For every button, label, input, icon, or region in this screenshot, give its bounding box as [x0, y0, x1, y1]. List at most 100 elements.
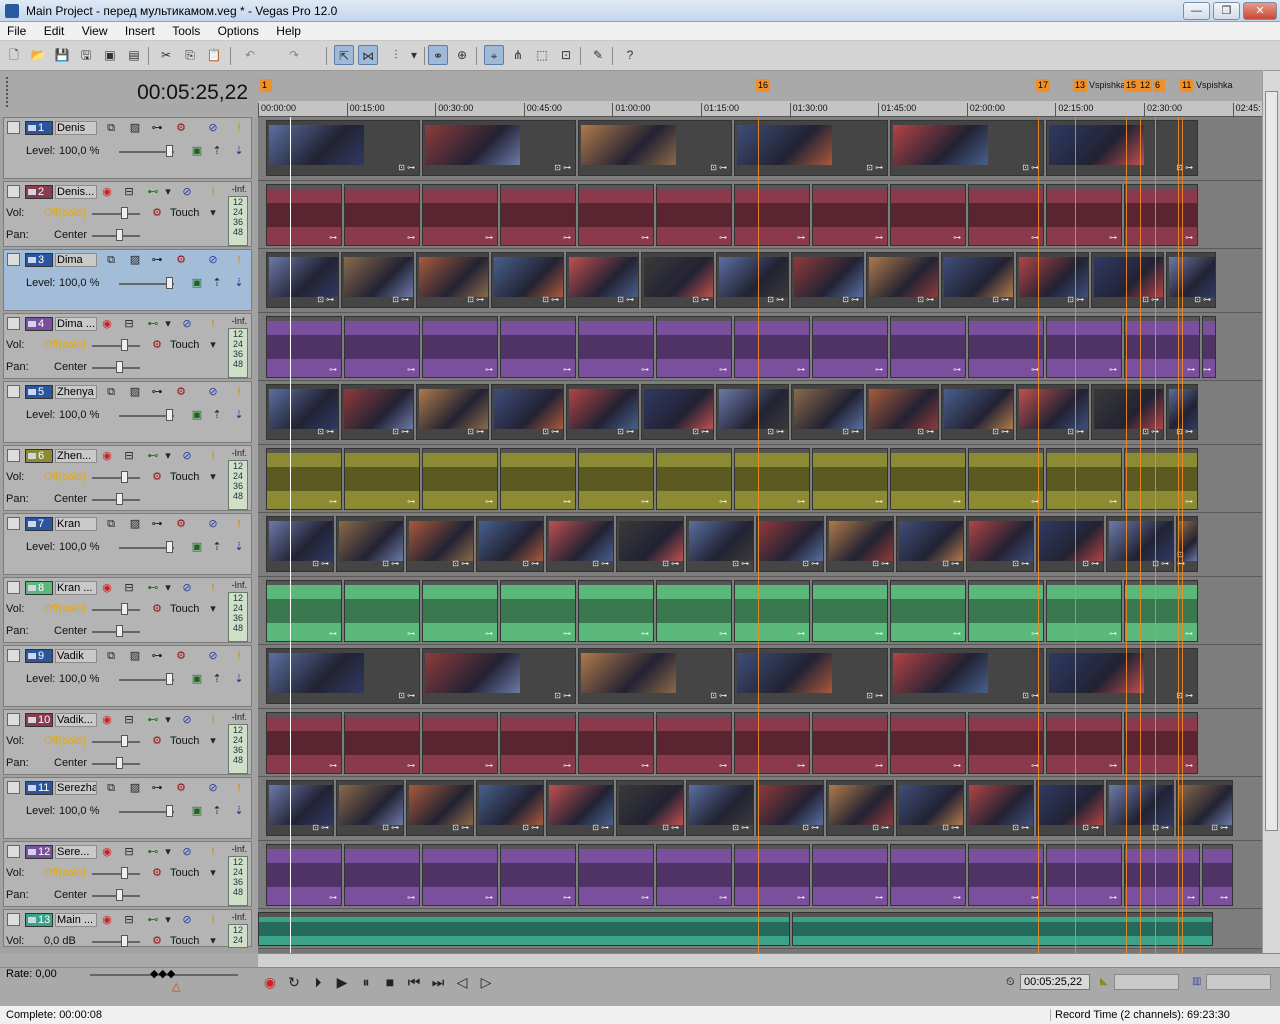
event-fx-icon[interactable]: ⊡ ⊶: [767, 427, 784, 436]
parent-gear-icon[interactable]: ⚙: [174, 782, 188, 796]
track-name[interactable]: Denis...: [55, 185, 97, 199]
track-fx-chain-icon[interactable]: ▣: [190, 145, 204, 159]
video-event[interactable]: ⊡ ⊶: [1166, 252, 1216, 308]
automation-gear-icon[interactable]: ⚙: [150, 207, 164, 221]
audio-event[interactable]: ⊶: [578, 844, 654, 906]
video-event[interactable]: ⊡ ⊶: [641, 384, 714, 440]
mute-icon[interactable]: ⊘: [206, 254, 220, 268]
audio-event[interactable]: ⊶: [344, 316, 420, 378]
chevron-down-icon[interactable]: ▾: [164, 846, 172, 860]
play-icon[interactable]: ▶: [332, 972, 352, 992]
track-header-4[interactable]: 4 Dima ... ◉ ⊟ ⊷ ▾ ⊘! -Inf. Vol: Off(solo) ⚙ Touch ▾…: [3, 313, 252, 379]
event-fx-icon[interactable]: ⊡ ⊶: [1022, 691, 1039, 700]
audio-event[interactable]: ⊶: [1124, 316, 1200, 378]
event-fx-icon[interactable]: ⊡ ⊶: [1142, 427, 1159, 436]
video-event[interactable]: ⊡ ⊶: [616, 516, 684, 572]
track-fx-icon[interactable]: ▨: [128, 122, 142, 136]
timeline-lane-7[interactable]: ⊡ ⊶ ⊡ ⊶ ⊡ ⊶ ⊡ ⊶ ⊡ ⊶ ⊡ ⊶ ⊡ ⊶ ⊡ ⊶ ⊡ ⊶ ⊡ ⊶ ⊡ ⊶ ⊡ ⊶ ⊡ ⊶ ⊡…: [258, 513, 1262, 577]
video-event[interactable]: ⊡ ⊶: [896, 516, 964, 572]
audio-event[interactable]: ⊶: [266, 184, 342, 246]
audio-event[interactable]: ⊶: [1046, 448, 1122, 510]
event-fx-icon[interactable]: ⊶: [1109, 629, 1117, 638]
video-event[interactable]: ⊡ ⊶: [616, 780, 684, 836]
event-fx-icon[interactable]: ⊶: [875, 629, 883, 638]
event-fx-icon[interactable]: ⊶: [1109, 893, 1117, 902]
track-minimize-icon[interactable]: [7, 581, 20, 594]
selection-start-field[interactable]: [1114, 974, 1179, 990]
event-fx-icon[interactable]: ⊶: [641, 365, 649, 374]
volume-slider-knob[interactable]: [121, 735, 128, 747]
video-event[interactable]: ⊡ ⊶: [686, 780, 754, 836]
solo-icon[interactable]: !: [206, 450, 220, 464]
ignore-grouping-icon[interactable]: ⊕: [452, 45, 472, 65]
solo-icon[interactable]: !: [206, 186, 220, 200]
play-from-start-icon[interactable]: ⏵: [308, 972, 328, 992]
track-fx-chain-icon[interactable]: ▣: [190, 673, 204, 687]
event-fx-icon[interactable]: ⊡ ⊶: [942, 559, 959, 568]
redo-icon[interactable]: ↷: [284, 45, 304, 65]
video-event[interactable]: ⊡ ⊶: [866, 252, 939, 308]
timeline-lane-2[interactable]: ⊶ ⊶ ⊶ ⊶ ⊶ ⊶ ⊶ ⊶ ⊶ ⊶ ⊶ ⊶: [258, 181, 1262, 249]
video-event[interactable]: ⊡ ⊶: [756, 516, 824, 572]
invert-phase-icon[interactable]: ⊟: [122, 714, 136, 728]
render-icon[interactable]: ▣: [100, 45, 120, 65]
enable-snapping-icon[interactable]: ⇱: [334, 45, 354, 65]
video-event[interactable]: ⊡ ⊶: [791, 252, 864, 308]
track-header-8[interactable]: 8 Kran ... ◉ ⊟ ⊷ ▾ ⊘! -Inf. Vol: Off(solo) ⚙ Touch ▾…: [3, 577, 252, 643]
video-event[interactable]: ⊡ ⊶: [896, 780, 964, 836]
invert-phase-icon[interactable]: ⊟: [122, 846, 136, 860]
mute-icon[interactable]: ⊘: [180, 186, 194, 200]
video-event[interactable]: ⊡ ⊶: [341, 384, 414, 440]
track-minimize-icon[interactable]: [7, 845, 20, 858]
event-fx-icon[interactable]: ⊡ ⊶: [382, 823, 399, 832]
video-event[interactable]: ⊡ ⊶: [578, 648, 732, 704]
video-event[interactable]: ⊡ ⊶: [416, 384, 489, 440]
event-fx-icon[interactable]: ⊶: [407, 629, 415, 638]
event-fx-icon[interactable]: ⊶: [563, 365, 571, 374]
event-fx-icon[interactable]: ⊶: [641, 497, 649, 506]
volume-slider[interactable]: [92, 941, 140, 943]
event-fx-icon[interactable]: ⊶: [953, 365, 961, 374]
event-fx-icon[interactable]: ⊶: [875, 497, 883, 506]
track-name[interactable]: Sere...: [55, 845, 97, 859]
track-minimize-icon[interactable]: [7, 649, 20, 662]
automation-mode-label[interactable]: Touch: [170, 471, 199, 483]
lane-expand-icon[interactable]: ⇣: [232, 541, 246, 555]
automation-gear-icon[interactable]: ⚙: [150, 867, 164, 881]
event-fx-icon[interactable]: ⊶: [1187, 893, 1195, 902]
event-fx-icon[interactable]: ⊶: [329, 233, 337, 242]
event-fx-icon[interactable]: ⊡ ⊶: [522, 559, 539, 568]
track-minimize-icon[interactable]: [7, 517, 20, 530]
event-fx-icon[interactable]: ⊡ ⊶: [554, 691, 571, 700]
level-slider-knob[interactable]: [166, 277, 173, 289]
mute-icon[interactable]: ⊘: [206, 782, 220, 796]
event-fx-icon[interactable]: ⊶: [641, 233, 649, 242]
selection-length-field[interactable]: [1206, 974, 1271, 990]
event-fx-icon[interactable]: ⊡ ⊶: [1012, 559, 1029, 568]
lock-envelopes-icon[interactable]: ⚭: [428, 45, 448, 65]
track-name[interactable]: Vadik: [55, 649, 97, 663]
event-fx-icon[interactable]: ⊶: [1109, 233, 1117, 242]
audio-event[interactable]: ⊶: [344, 844, 420, 906]
audio-event[interactable]: ⊶: [1124, 844, 1200, 906]
audio-event[interactable]: ⊶: [656, 184, 732, 246]
track-name[interactable]: Dima: [55, 253, 97, 267]
event-fx-icon[interactable]: ⊶: [485, 365, 493, 374]
event-fx-icon[interactable]: ⊶: [329, 497, 337, 506]
event-fx-icon[interactable]: ⊡ ⊶: [842, 295, 859, 304]
track-header-10[interactable]: 10 Vadik... ◉ ⊟ ⊷ ▾ ⊘! -Inf. Vol: Off(solo) ⚙ Touch…: [3, 709, 252, 775]
video-event[interactable]: ⊡ ⊶: [406, 516, 474, 572]
volume-slider[interactable]: [92, 609, 140, 611]
track-header-7[interactable]: 7 Kran ⧉ ▨ ⊶ ⚙ ⊘! Level: 100,0 % ▣ ⇡ ⇣: [3, 513, 252, 575]
event-fx-icon[interactable]: ⊶: [329, 761, 337, 770]
event-fx-icon[interactable]: ⊶: [953, 893, 961, 902]
event-fx-icon[interactable]: ⊡ ⊶: [617, 427, 634, 436]
level-slider-knob[interactable]: [166, 409, 173, 421]
chevron-down-icon[interactable]: ▾: [209, 935, 217, 949]
track-fx-icon[interactable]: ⊷: [146, 914, 160, 928]
event-fx-icon[interactable]: ⊶: [875, 233, 883, 242]
audio-event[interactable]: ⊶: [812, 316, 888, 378]
audio-event[interactable]: ⊶: [968, 844, 1044, 906]
timeline-lane-13[interactable]: [258, 909, 1262, 949]
next-frame-icon[interactable]: ▷: [476, 972, 496, 992]
